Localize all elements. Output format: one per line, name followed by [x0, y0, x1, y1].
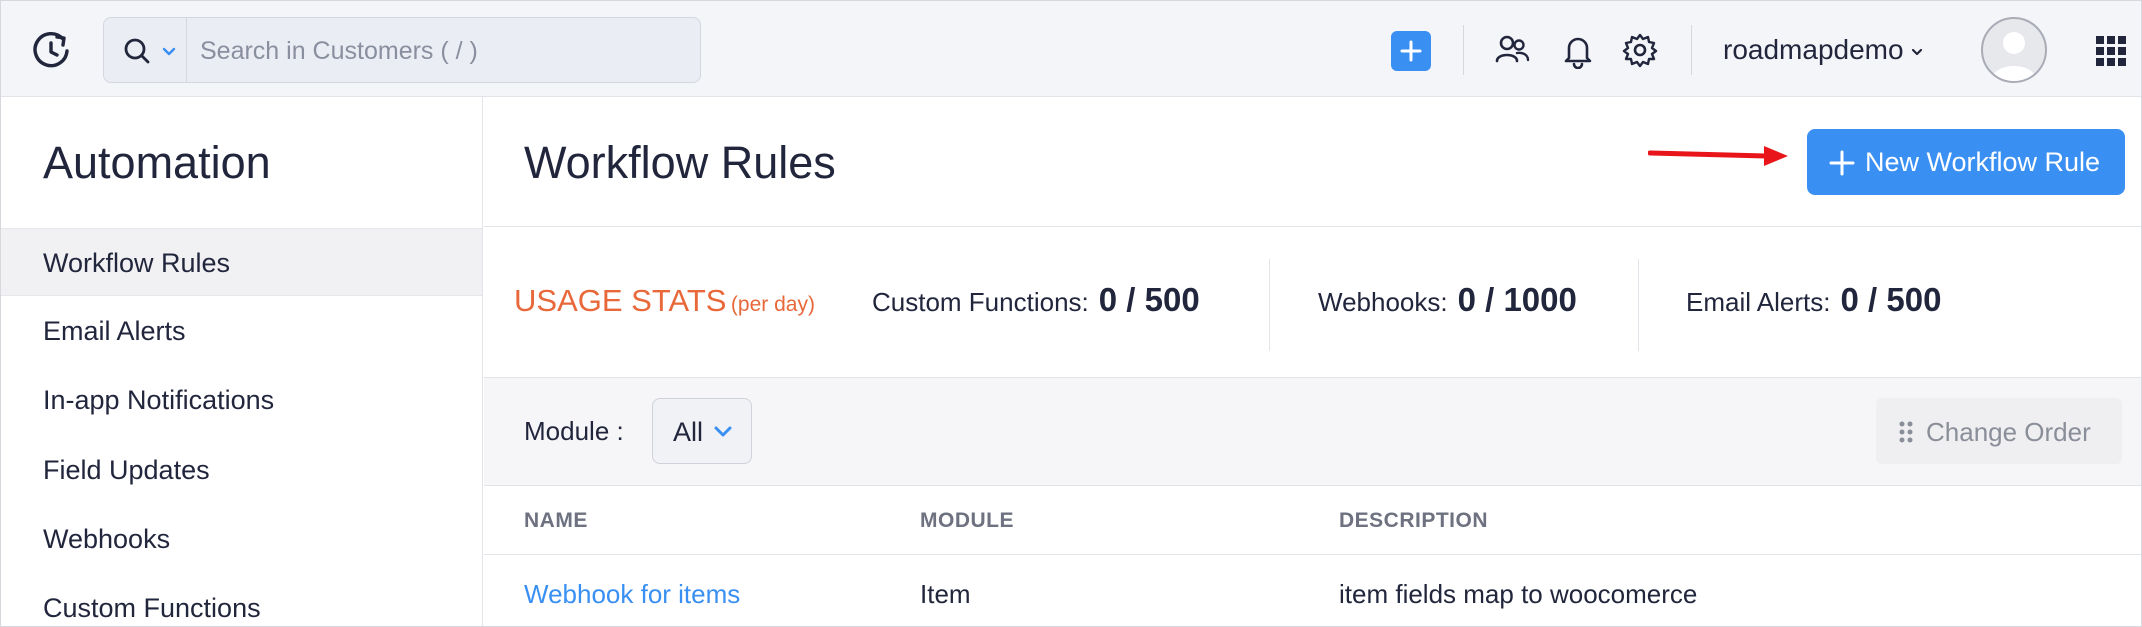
app-window: roadmapdemo Automation Workflow Rules Em…	[0, 0, 2142, 627]
module-filter-dropdown[interactable]: All	[652, 398, 752, 464]
search-scope-dropdown[interactable]	[114, 28, 188, 74]
top-bar: roadmapdemo	[1, 1, 2141, 97]
stat-value: 0 / 500	[1098, 281, 1200, 318]
module-filter-label: Module :	[524, 416, 624, 446]
table-header-divider	[484, 554, 2141, 555]
avatar[interactable]	[1981, 17, 2047, 83]
usage-stats: USAGE STATS (per day) Custom Functions: 0…	[484, 227, 2141, 377]
new-workflow-rule-button[interactable]: New Workflow Rule	[1807, 129, 2125, 195]
chevron-down-icon	[1911, 48, 1922, 55]
module-filter-value: All	[673, 417, 704, 447]
drag-handle-icon	[1899, 421, 1913, 443]
chevron-down-icon	[714, 426, 732, 437]
stat-key: Webhooks:	[1318, 287, 1448, 317]
stat-value: 0 / 1000	[1457, 281, 1577, 318]
search-box	[103, 17, 701, 83]
org-switcher[interactable]: roadmapdemo	[1723, 31, 1924, 69]
quick-create-button[interactable]	[1391, 31, 1431, 71]
chevron-down-icon	[162, 47, 176, 56]
usage-stats-sublabel: (per day)	[730, 293, 815, 316]
topbar-divider	[1691, 25, 1692, 75]
new-workflow-rule-label: New Workflow Rule	[1865, 147, 2101, 177]
sidebar: Automation Workflow Rules Email Alerts I…	[1, 97, 483, 626]
sidebar-item-label: In-app Notifications	[43, 385, 275, 415]
plus-icon	[1829, 150, 1855, 176]
usage-stats-label: USAGE STATS (per day)	[514, 283, 815, 319]
sidebar-item-label: Custom Functions	[43, 593, 261, 623]
plus-icon	[1400, 40, 1422, 62]
column-header-description[interactable]: DESCRIPTION	[1339, 509, 1488, 533]
search-divider	[186, 18, 187, 82]
annotation-arrow	[1648, 146, 1788, 166]
change-order-button[interactable]: Change Order	[1876, 398, 2122, 464]
stat-divider	[1269, 259, 1270, 351]
user-silhouette-icon	[1991, 32, 2037, 81]
stat-value: 0 / 500	[1840, 281, 1942, 318]
column-header-name[interactable]: NAME	[524, 509, 588, 533]
gear-icon[interactable]	[1621, 31, 1659, 69]
sidebar-item-label: Workflow Rules	[43, 248, 231, 278]
history-icon[interactable]	[29, 29, 73, 73]
contacts-icon[interactable]	[1493, 31, 1531, 69]
search-input[interactable]	[200, 32, 680, 70]
filter-bar: Module : All Change Order	[484, 378, 2141, 486]
change-order-label: Change Order	[1926, 417, 2091, 447]
stat-custom-functions: Custom Functions: 0 / 500	[872, 281, 1200, 319]
stat-divider	[1638, 259, 1639, 351]
main-content: Workflow Rules New Workflow Rule USAGE S…	[484, 97, 2141, 626]
sidebar-item-label: Email Alerts	[43, 316, 186, 346]
search-icon	[124, 38, 150, 64]
rule-module: Item	[920, 579, 971, 609]
sidebar-item-field-updates[interactable]: Field Updates	[1, 436, 482, 504]
stat-webhooks: Webhooks: 0 / 1000	[1318, 281, 1577, 319]
column-header-module[interactable]: MODULE	[920, 509, 1014, 533]
stat-email-alerts: Email Alerts: 0 / 500	[1686, 281, 1941, 319]
sidebar-item-label: Webhooks	[43, 524, 171, 554]
topbar-divider	[1463, 25, 1464, 75]
stat-key: Custom Functions:	[872, 287, 1089, 317]
rule-description: item fields map to woocomerce	[1339, 579, 1698, 609]
sidebar-item-custom-functions[interactable]: Custom Functions	[1, 574, 482, 626]
sidebar-item-label: Field Updates	[43, 455, 210, 485]
sidebar-item-in-app-notifications[interactable]: In-app Notifications	[1, 366, 482, 434]
sidebar-title: Automation	[43, 137, 271, 188]
rule-name-link[interactable]: Webhook for items	[524, 579, 740, 610]
sidebar-item-workflow-rules[interactable]: Workflow Rules	[1, 228, 482, 296]
bell-icon[interactable]	[1559, 31, 1597, 69]
sidebar-item-webhooks[interactable]: Webhooks	[1, 505, 482, 573]
sidebar-item-email-alerts[interactable]: Email Alerts	[1, 297, 482, 365]
apps-grid-icon[interactable]	[2095, 35, 2127, 67]
page-title: Workflow Rules	[524, 137, 836, 188]
usage-stats-title: USAGE STATS	[514, 283, 727, 318]
stat-key: Email Alerts:	[1686, 287, 1831, 317]
org-name: roadmapdemo	[1723, 34, 1904, 65]
